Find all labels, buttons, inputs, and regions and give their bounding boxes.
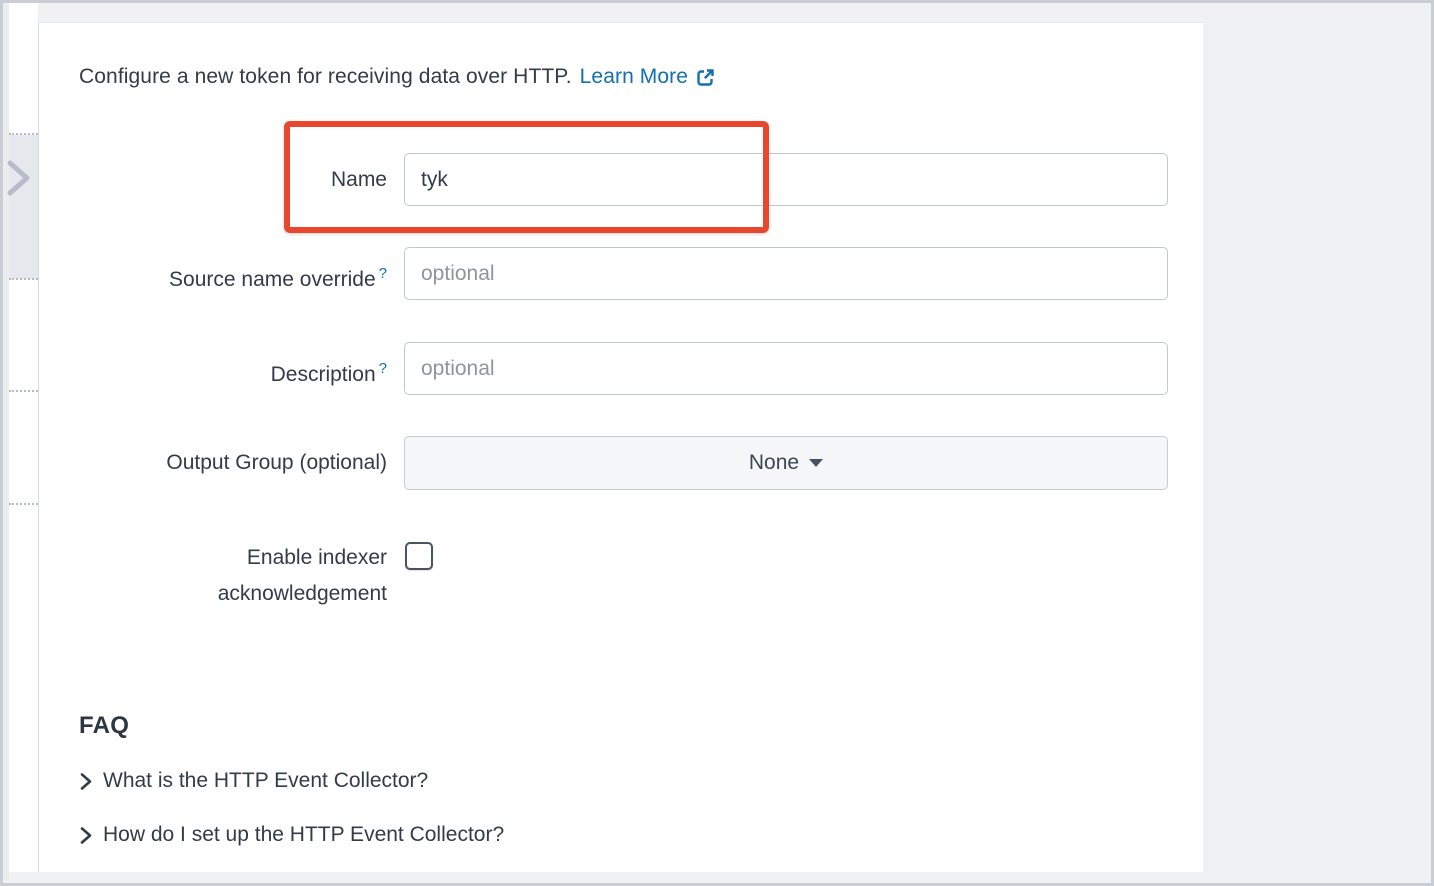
chevron-right-icon	[80, 826, 92, 844]
faq-item-label: What is the HTTP Event Collector?	[103, 769, 429, 792]
description-label: Description?	[79, 355, 387, 388]
source-override-help-icon[interactable]: ?	[379, 265, 387, 282]
output-group-label: Output Group (optional)	[79, 449, 387, 476]
faq-item-label: How do I set up the HTTP Event Collector…	[103, 823, 505, 846]
description-label-text: Description	[270, 363, 376, 386]
row-expand-chevron-icon[interactable]	[3, 158, 33, 198]
learn-more-label: Learn More	[579, 65, 689, 88]
source-override-label: Source name override?	[79, 260, 387, 293]
description-input[interactable]	[404, 342, 1168, 395]
name-input[interactable]	[404, 153, 1168, 206]
caret-down-icon	[809, 459, 824, 467]
source-override-label-text: Source name override	[169, 268, 376, 291]
indexer-ack-label: Enable indexer acknowledgement	[79, 540, 387, 612]
row-divider	[9, 278, 38, 280]
name-label-text: Name	[330, 168, 387, 191]
table-row-highlighted	[9, 135, 38, 279]
output-group-dropdown[interactable]: None	[404, 436, 1168, 490]
faq-item-what-is-hec[interactable]: What is the HTTP Event Collector?	[79, 769, 428, 793]
name-label: Name	[79, 166, 387, 193]
source-override-input[interactable]	[404, 247, 1168, 300]
indexer-ack-label-line1: Enable indexer	[246, 546, 387, 569]
learn-more-link[interactable]: Learn More	[580, 65, 716, 89]
description-help-icon[interactable]: ?	[379, 360, 387, 377]
faq-item-how-to-setup-hec[interactable]: How do I set up the HTTP Event Collector…	[79, 823, 504, 847]
indexer-ack-label-line2: acknowledgement	[217, 582, 387, 605]
row-divider	[9, 133, 38, 135]
hec-token-config-panel: Configure a new token for receiving data…	[38, 22, 1203, 872]
output-group-label-text: Output Group (optional)	[166, 451, 387, 474]
row-divider	[9, 503, 38, 505]
external-link-icon	[697, 68, 714, 86]
intro-line: Configure a new token for receiving data…	[79, 65, 716, 89]
cropped-table-edge	[7, 3, 38, 872]
indexer-ack-checkbox[interactable]	[405, 542, 433, 570]
faq-title: FAQ	[79, 712, 130, 739]
output-group-selected-value: None	[748, 451, 800, 474]
chevron-right-icon	[80, 772, 92, 790]
intro-text: Configure a new token for receiving data…	[79, 65, 572, 88]
row-divider	[9, 390, 38, 392]
